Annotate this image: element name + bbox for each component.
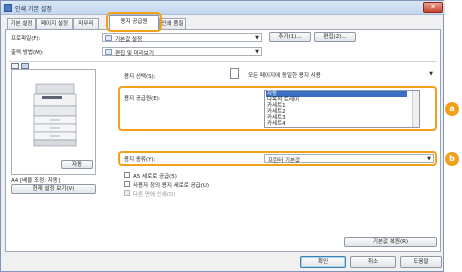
tab-page-setup[interactable]: 페이지 설정: [36, 18, 73, 29]
paper-selection-value: 모든 페이지에 동일한 용지 사용: [248, 73, 321, 79]
tab-highlight-frame: [106, 12, 162, 32]
tab-basic-settings[interactable]: 기본 설정: [7, 18, 36, 29]
list-item[interactable]: 카세트4: [266, 121, 286, 127]
window-title: 인쇄 기본 설정: [15, 6, 52, 13]
paper-type-value: 프린터 기본값: [268, 158, 301, 164]
title-bar: 인쇄 기본 설정 ✕: [1, 1, 445, 15]
list-scrollbar[interactable]: [412, 91, 419, 127]
paper-selection-select[interactable]: 모든 페이지에 동일한 용지 사용 ▼: [243, 69, 436, 79]
edit-profile-button[interactable]: 편집(2)...: [314, 32, 356, 42]
chevron-down-icon: ▼: [255, 35, 259, 41]
paper-selection-label: 용지 선택(S):: [124, 74, 156, 80]
cancel-button[interactable]: 취소: [350, 256, 396, 268]
help-button[interactable]: 도움말: [400, 256, 442, 268]
auto-button[interactable]: 자동: [61, 160, 93, 169]
reverse-print-label: 다른 면에 인쇄(D): [133, 192, 176, 198]
profile-select[interactable]: 기본값 설정 ▼: [102, 33, 262, 43]
a5-feed-label: A5 세로로 공급(5): [133, 174, 177, 180]
output-method-value: 편집 및 미리보기: [115, 51, 154, 57]
chevron-down-icon: ▼: [255, 49, 259, 55]
print-preferences-window: 인쇄 기본 설정 ✕ 기본 설정 페이지 설정 마무리 용지 공급원 인쇄 품질…: [0, 0, 459, 272]
paper-source-list[interactable]: 자동 다목적 트레이 카세트1 카세트2 카세트3 카세트4: [264, 90, 420, 128]
output-method-select[interactable]: 편집 및 미리보기 ▼: [102, 47, 262, 57]
chevron-down-icon: ▼: [429, 71, 433, 77]
profile-value: 기본값 설정: [115, 37, 143, 43]
reverse-print-checkbox[interactable]: [124, 190, 130, 196]
ok-button[interactable]: 확인: [300, 256, 346, 268]
restore-defaults-button[interactable]: 기본값 복원(R): [344, 237, 437, 247]
view-settings-button[interactable]: 현재 설정 보기(V): [11, 184, 96, 194]
add-profile-button[interactable]: 추가(1)...: [269, 32, 311, 42]
tab-print-quality[interactable]: 인쇄 품질: [159, 18, 186, 29]
preview-status: A4 [배율 조정: 자동]: [11, 178, 61, 184]
printer-icon: [4, 4, 12, 12]
callout-a-badge: a: [445, 102, 459, 116]
profile-label: 프로파일(F):: [11, 36, 41, 42]
printer-illustration: [33, 83, 77, 147]
output-method-icon: [105, 49, 112, 55]
custom-feed-label: 사용자 정의 용지 세로로 공급(U): [133, 183, 210, 189]
paper-icon: [230, 68, 239, 79]
paper-type-label: 용지 종류(Y):: [124, 157, 156, 163]
profile-icon: [105, 35, 112, 41]
output-method-label: 출력 방법(M):: [11, 50, 44, 56]
tab-finishing[interactable]: 마무리: [73, 18, 99, 29]
custom-feed-checkbox[interactable]: [124, 181, 130, 187]
close-button[interactable]: ✕: [423, 2, 443, 13]
paper-type-select[interactable]: 프린터 기본값 ▼: [264, 154, 434, 164]
chevron-down-icon: ▼: [427, 156, 431, 162]
divider: [9, 61, 437, 62]
paper-source-label: 용지 공급원(E):: [124, 96, 161, 102]
callout-b-badge: b: [445, 152, 459, 166]
a5-feed-checkbox[interactable]: [124, 172, 130, 178]
